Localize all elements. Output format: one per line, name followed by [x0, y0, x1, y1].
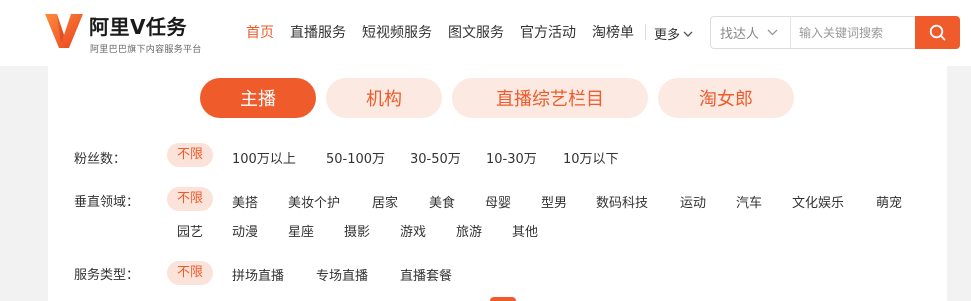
tab-taonvlang[interactable]: 淘女郎 — [658, 78, 794, 118]
service-option-dedicated-live[interactable]: 专场直播 — [316, 265, 368, 284]
filter-label-fans: 粉丝数： — [74, 152, 127, 167]
domain-option[interactable]: 其他 — [512, 221, 538, 240]
nav-divider — [645, 24, 646, 40]
domain-option[interactable]: 动漫 — [232, 221, 258, 240]
search-icon — [929, 24, 946, 41]
nav-item-official-events[interactable]: 官方活动 — [520, 22, 576, 42]
main-nav: 首页 直播服务 短视频服务 图文服务 官方活动 淘榜单 — [246, 22, 650, 42]
domain-option[interactable]: 汽车 — [736, 192, 762, 211]
nav-item-home[interactable]: 首页 — [246, 22, 274, 42]
brand-title[interactable]: 阿里V任务 — [89, 11, 187, 40]
fans-option-300k-500k[interactable]: 30-50万 — [410, 148, 461, 167]
domain-option[interactable]: 旅游 — [456, 221, 482, 240]
nav-item-live-service[interactable]: 直播服务 — [290, 22, 346, 42]
domain-option-any[interactable]: 不限 — [167, 187, 214, 211]
filter-label-service: 服务类型： — [74, 268, 140, 283]
nav-item-short-video[interactable]: 短视频服务 — [362, 22, 432, 42]
fans-option-under-100k[interactable]: 10万以下 — [563, 148, 619, 167]
fans-option-500k-1m[interactable]: 50-100万 — [326, 148, 385, 167]
domain-option[interactable]: 美妆个护 — [288, 192, 340, 211]
tab-anchor[interactable]: 主播 — [200, 78, 316, 118]
fans-option-1m-plus[interactable]: 100万以上 — [232, 148, 296, 167]
logo-v-icon[interactable] — [44, 13, 84, 49]
tab-live-variety[interactable]: 直播综艺栏目 — [452, 78, 648, 118]
top-header: 阿里V任务 阿里巴巴旗下内容服务平台 首页 直播服务 短视频服务 图文服务 官方… — [0, 0, 971, 66]
domain-option[interactable]: 游戏 — [400, 221, 426, 240]
domain-option[interactable]: 美食 — [429, 192, 455, 211]
chevron-down-icon — [683, 31, 693, 37]
filter-panel: 主播 机构 直播综艺栏目 淘女郎 粉丝数： 不限 100万以上 50-100万 … — [48, 66, 947, 301]
domain-option[interactable]: 美搭 — [232, 192, 258, 211]
chevron-down-icon — [767, 29, 778, 36]
nav-item-rankings[interactable]: 淘榜单 — [592, 22, 634, 42]
search-button[interactable] — [915, 16, 960, 49]
fans-option-any[interactable]: 不限 — [167, 143, 214, 167]
search-scope-label: 找达人 — [720, 27, 760, 42]
scroll-accent — [490, 297, 516, 301]
domain-option[interactable]: 星座 — [288, 221, 314, 240]
service-option-shared-live[interactable]: 拼场直播 — [232, 265, 284, 284]
domain-option[interactable]: 萌宠 — [876, 192, 902, 211]
tab-agency[interactable]: 机构 — [326, 78, 442, 118]
domain-option[interactable]: 数码科技 — [596, 192, 648, 211]
domain-option[interactable]: 运动 — [680, 192, 706, 211]
nav-item-graphic-service[interactable]: 图文服务 — [448, 22, 504, 42]
domain-option[interactable]: 摄影 — [344, 221, 370, 240]
filter-label-domain: 垂直领域： — [74, 195, 140, 210]
search-scope-select[interactable]: 找达人 — [710, 16, 791, 49]
search-input[interactable] — [790, 16, 916, 49]
domain-option[interactable]: 母婴 — [485, 192, 511, 211]
domain-option[interactable]: 型男 — [541, 192, 567, 211]
service-option-any[interactable]: 不限 — [167, 261, 214, 285]
service-option-live-package[interactable]: 直播套餐 — [400, 265, 452, 284]
domain-option[interactable]: 园艺 — [177, 221, 203, 240]
nav-more-label: 更多 — [654, 28, 681, 43]
nav-more-button[interactable]: 更多 — [654, 24, 693, 43]
domain-option[interactable]: 居家 — [372, 192, 398, 211]
fans-option-100k-300k[interactable]: 10-30万 — [486, 148, 537, 167]
domain-option[interactable]: 文化娱乐 — [792, 192, 844, 211]
brand-subtitle: 阿里巴巴旗下内容服务平台 — [90, 45, 202, 55]
